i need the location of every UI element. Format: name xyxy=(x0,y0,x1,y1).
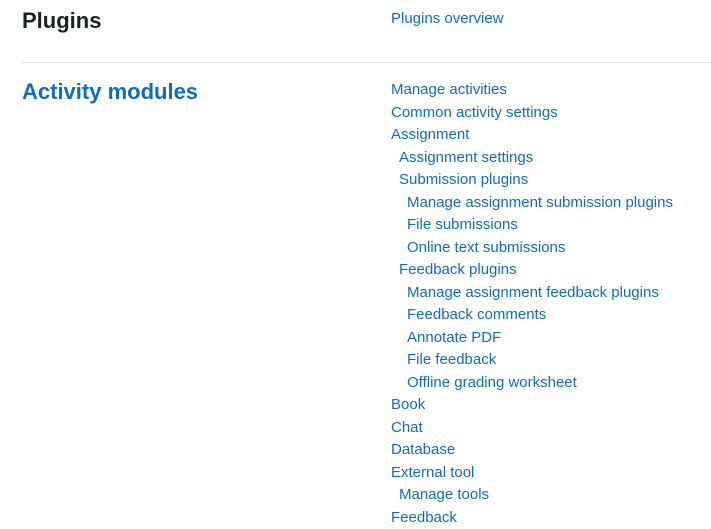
assignment-settings-link[interactable]: Assignment settings xyxy=(391,147,673,170)
manage-activities-link[interactable]: Manage activities xyxy=(391,79,673,102)
activity-modules-link-list: Manage activities Common activity settin… xyxy=(391,79,673,529)
database-link[interactable]: Database xyxy=(391,439,673,462)
chat-link[interactable]: Chat xyxy=(391,417,673,440)
list-item: File feedback xyxy=(391,349,673,372)
list-item: Manage assignment submission plugins xyxy=(391,192,673,215)
feedback-link[interactable]: Feedback xyxy=(391,507,673,529)
list-item: Chat xyxy=(391,417,673,440)
plugins-overview-link[interactable]: Plugins overview xyxy=(391,8,504,31)
manage-tools-link[interactable]: Manage tools xyxy=(391,484,673,507)
submission-plugins-link[interactable]: Submission plugins xyxy=(391,169,673,192)
plugins-link-list: Plugins overview xyxy=(391,8,504,31)
feedback-comments-link[interactable]: Feedback comments xyxy=(391,304,673,327)
list-item: Feedback plugins xyxy=(391,259,673,282)
list-item: Manage activities xyxy=(391,79,673,102)
file-submissions-link[interactable]: File submissions xyxy=(391,214,673,237)
list-item: Annotate PDF xyxy=(391,327,673,350)
feedback-plugins-link[interactable]: Feedback plugins xyxy=(391,259,673,282)
list-item: Submission plugins xyxy=(391,169,673,192)
list-item: Assignment xyxy=(391,124,673,147)
book-link[interactable]: Book xyxy=(391,394,673,417)
annotate-pdf-link[interactable]: Annotate PDF xyxy=(391,327,673,350)
common-activity-settings-link[interactable]: Common activity settings xyxy=(391,102,673,125)
plugins-overview-item: Plugins overview xyxy=(391,8,504,31)
offline-grading-worksheet-link[interactable]: Offline grading worksheet xyxy=(391,372,673,395)
assignment-link[interactable]: Assignment xyxy=(391,124,673,147)
manage-assignment-feedback-plugins-link[interactable]: Manage assignment feedback plugins xyxy=(391,282,673,305)
online-text-submissions-link[interactable]: Online text submissions xyxy=(391,237,673,260)
external-tool-link[interactable]: External tool xyxy=(391,462,673,485)
list-item: Offline grading worksheet xyxy=(391,372,673,395)
list-item: Feedback comments xyxy=(391,304,673,327)
activity-modules-heading[interactable]: Activity modules xyxy=(22,79,198,105)
list-item: Online text submissions xyxy=(391,237,673,260)
list-item: Feedback xyxy=(391,507,673,529)
plugins-heading: Plugins xyxy=(22,8,101,34)
list-item: Manage assignment feedback plugins xyxy=(391,282,673,305)
list-item: Assignment settings xyxy=(391,147,673,170)
list-item: Common activity settings xyxy=(391,102,673,125)
manage-assignment-submission-plugins-link[interactable]: Manage assignment submission plugins xyxy=(391,192,673,215)
list-item: Book xyxy=(391,394,673,417)
section-divider xyxy=(22,62,711,63)
list-item: External tool xyxy=(391,462,673,485)
list-item: Database xyxy=(391,439,673,462)
file-feedback-link[interactable]: File feedback xyxy=(391,349,673,372)
list-item: Manage tools xyxy=(391,484,673,507)
list-item: File submissions xyxy=(391,214,673,237)
